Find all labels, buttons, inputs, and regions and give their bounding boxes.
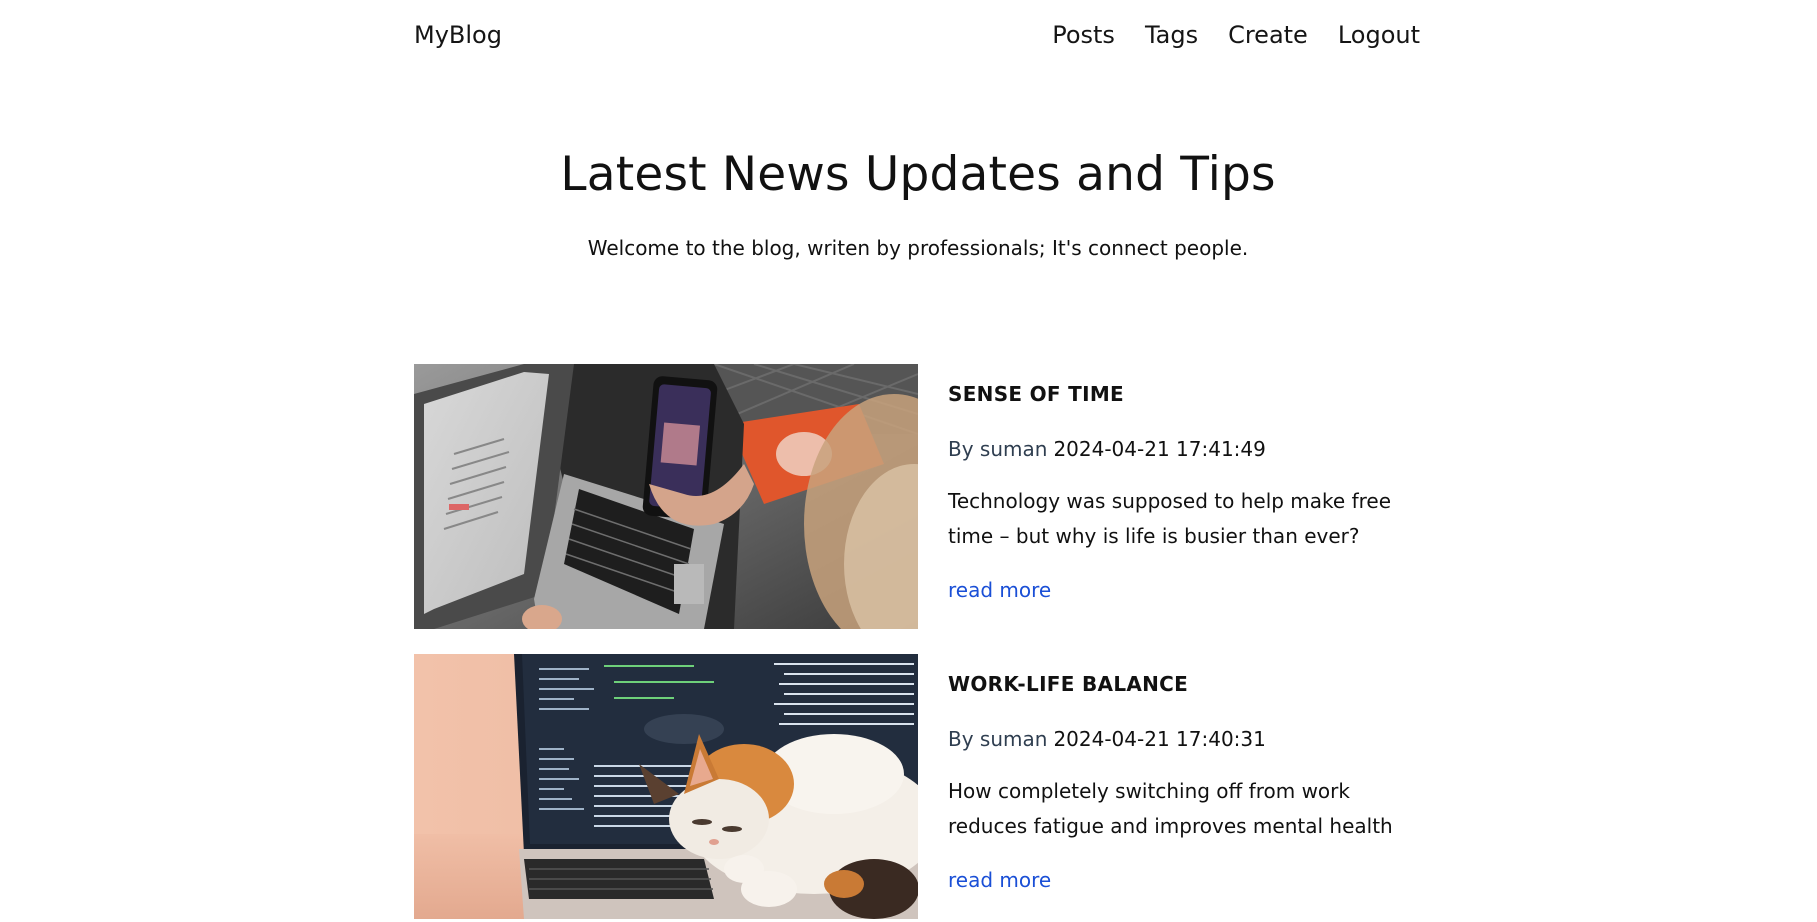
top-nav: MyBlog Posts Tags Create Logout (414, 20, 1420, 50)
post-card: WORK-LIFE BALANCE By suman 2024-04-21 17:… (414, 654, 1420, 919)
post-meta: By suman 2024-04-21 17:41:49 (948, 435, 1420, 463)
nav-links: Posts Tags Create Logout (1052, 20, 1420, 50)
post-body: SENSE OF TIME By suman 2024-04-21 17:41:4… (948, 380, 1420, 604)
post-thumbnail-cat-laptop[interactable] (414, 654, 918, 919)
nav-create-link[interactable]: Create (1228, 20, 1308, 50)
read-more-link[interactable]: read more (948, 576, 1051, 604)
nav-posts-link[interactable]: Posts (1052, 20, 1115, 50)
post-excerpt: Technology was supposed to help make fre… (948, 489, 1392, 548)
laptop-phone-image (414, 364, 918, 629)
post-body: WORK-LIFE BALANCE By suman 2024-04-21 17:… (948, 670, 1420, 894)
post-card: SENSE OF TIME By suman 2024-04-21 17:41:4… (414, 364, 1420, 629)
post-date: 2024-04-21 17:40:31 (1053, 727, 1266, 751)
post-excerpt: How completely switching off from work r… (948, 779, 1393, 838)
nav-logout-link[interactable]: Logout (1338, 20, 1420, 50)
hero-subtitle: Welcome to the blog, writen by professio… (587, 236, 1249, 260)
post-title[interactable]: WORK-LIFE BALANCE (948, 670, 1420, 698)
post-meta: By suman 2024-04-21 17:40:31 (948, 725, 1420, 753)
post-author: By suman (948, 727, 1048, 751)
brand-logo-link[interactable]: MyBlog (414, 20, 502, 50)
hero-title: Latest News Updates and Tips (560, 147, 1276, 202)
nav-tags-link[interactable]: Tags (1145, 20, 1198, 50)
cat-on-laptop-image (414, 654, 918, 919)
page: MyBlog Posts Tags Create Logout Latest N… (0, 0, 1817, 922)
post-title[interactable]: SENSE OF TIME (948, 380, 1420, 408)
post-thumbnail-laptop-phone[interactable] (414, 364, 918, 629)
read-more-link[interactable]: read more (948, 866, 1051, 894)
post-author: By suman (948, 437, 1048, 461)
post-date: 2024-04-21 17:41:49 (1053, 437, 1266, 461)
